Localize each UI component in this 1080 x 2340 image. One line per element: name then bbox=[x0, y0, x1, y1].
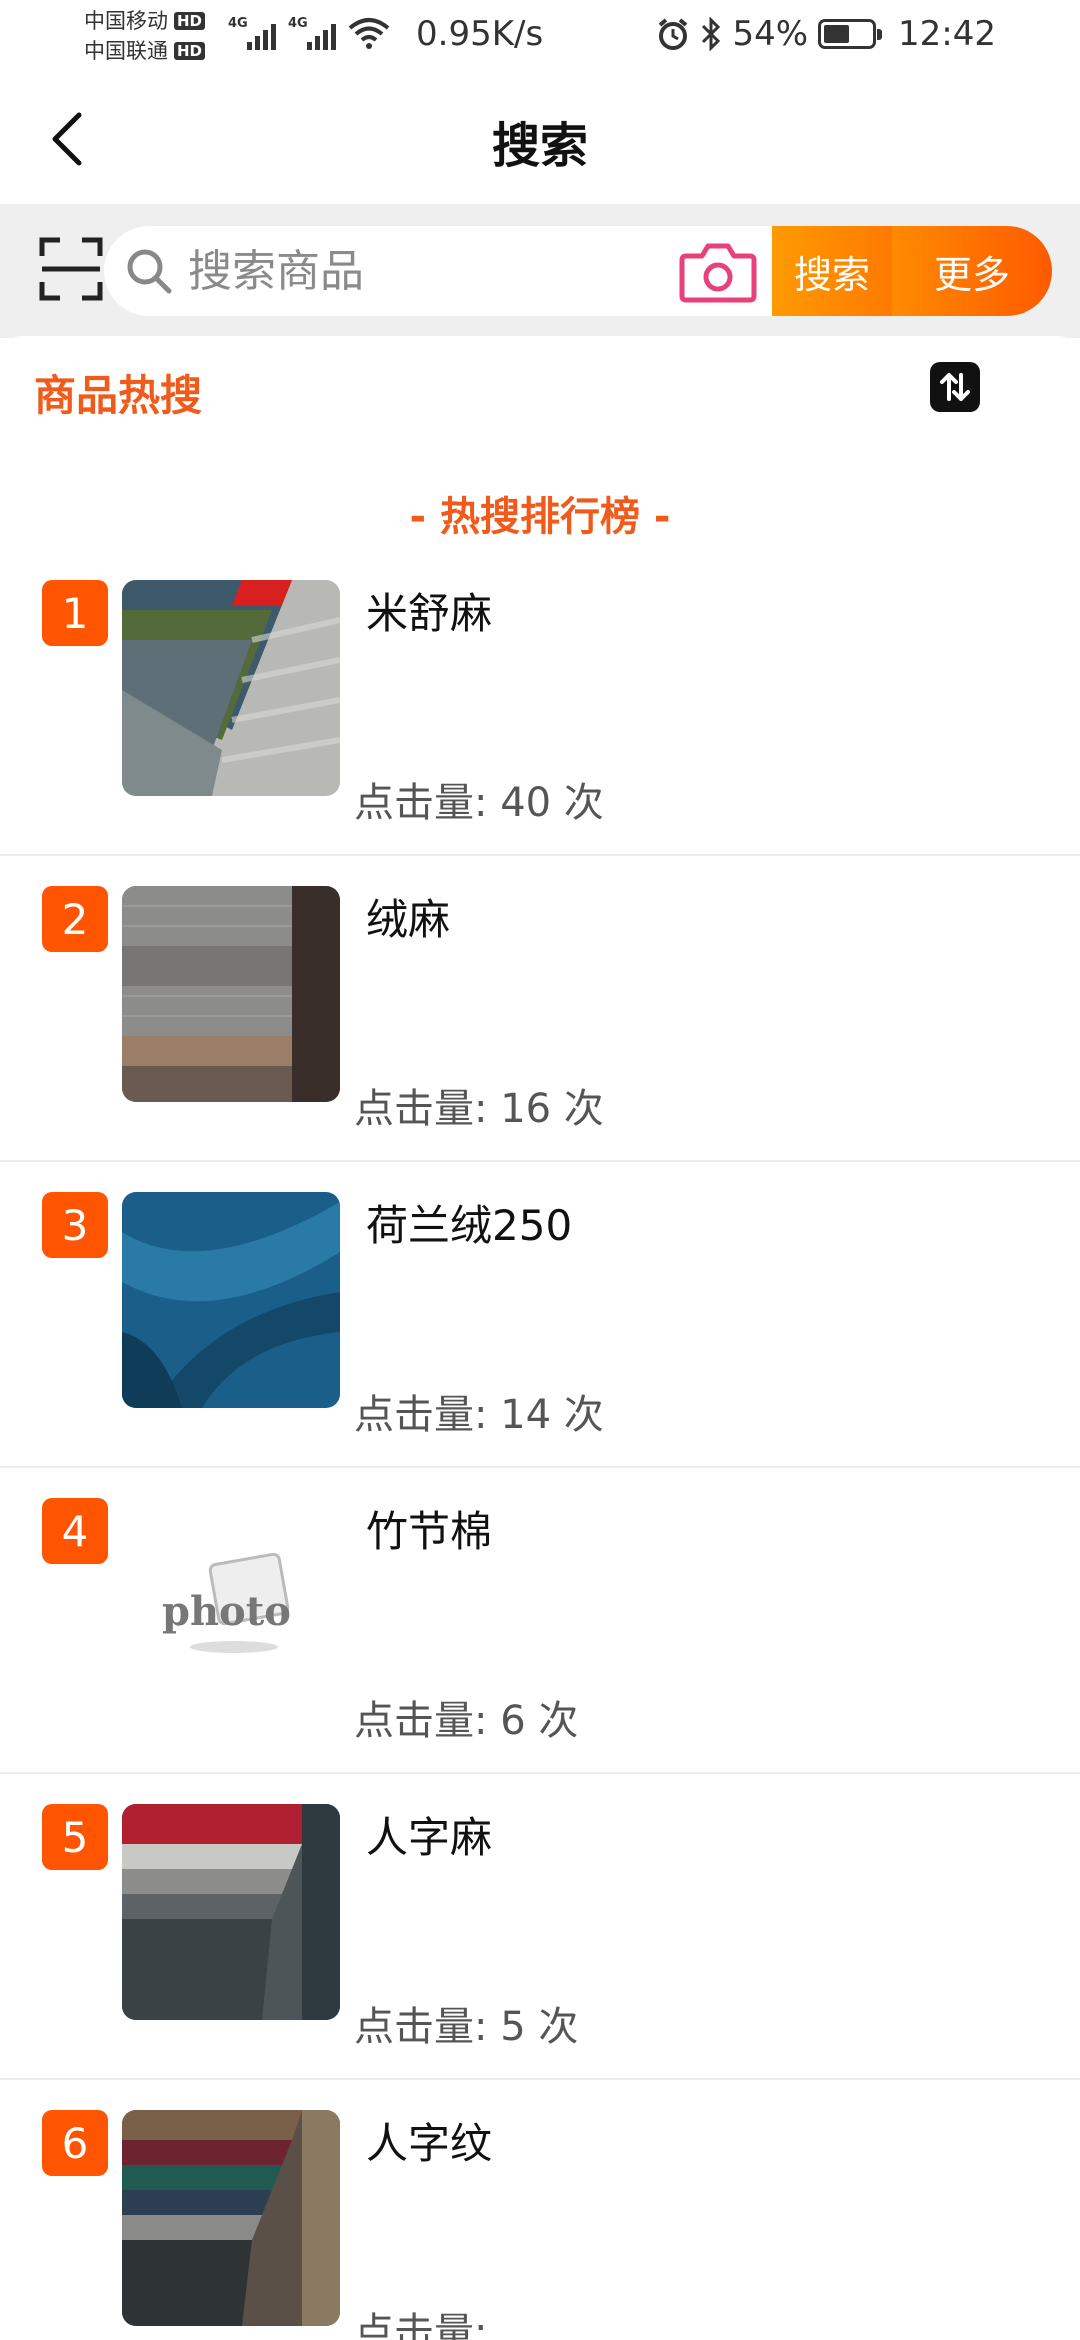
click-count: 点击量: 40 次 bbox=[354, 780, 604, 826]
alarm-icon bbox=[659, 18, 688, 50]
scan-button[interactable] bbox=[38, 236, 104, 302]
battery-percent: 54% bbox=[732, 14, 809, 54]
product-name: 荷兰绒250 bbox=[366, 1201, 573, 1250]
carrier-2: 中国联通 bbox=[84, 39, 168, 63]
more-button[interactable]: 更多 bbox=[892, 226, 1052, 316]
search-button[interactable]: 搜索 bbox=[772, 226, 892, 316]
net-speed: 0.95K/s bbox=[416, 14, 544, 54]
search-box bbox=[104, 226, 772, 316]
search-input[interactable] bbox=[188, 238, 648, 304]
product-name: 人字纹 bbox=[366, 2119, 493, 2168]
camera-icon bbox=[679, 243, 757, 303]
status-right: 54% 12:42 bbox=[656, 14, 996, 54]
clock: 12:42 bbox=[898, 14, 996, 54]
photo-placeholder-icon: photo bbox=[122, 1498, 340, 1714]
signal-2-icon: 4G bbox=[288, 14, 336, 50]
page-title: 搜索 bbox=[491, 118, 588, 174]
hot-search-list: 1 米舒麻 点击量: 40 次 2 绒麻 点击量: 16 次 3 荷兰绒250 … bbox=[0, 550, 1080, 2340]
svg-text:photo: photo bbox=[162, 1588, 291, 1635]
hot-search-panel: 商品热搜 - 热搜排行榜 - 1 米舒麻 点击量: 40 次 2 绒麻 点击量:… bbox=[0, 336, 1080, 2340]
click-count: 点击量: bbox=[354, 2310, 488, 2340]
list-item[interactable]: 1 米舒麻 点击量: 40 次 bbox=[0, 550, 1080, 856]
product-thumbnail bbox=[122, 886, 340, 1102]
product-thumbnail bbox=[122, 1804, 340, 2020]
wifi-icon bbox=[348, 18, 390, 49]
app-header: 搜索 bbox=[0, 76, 1080, 204]
carrier-info: 中国移动 HD 中国联通 HD bbox=[84, 6, 206, 66]
product-thumbnail bbox=[122, 2110, 340, 2326]
click-count: 点击量: 16 次 bbox=[354, 1086, 604, 1132]
click-count: 点击量: 6 次 bbox=[354, 1698, 579, 1744]
rank-badge: 4 bbox=[42, 1498, 108, 1564]
search-icon bbox=[127, 249, 172, 294]
product-name: 竹节棉 bbox=[366, 1507, 493, 1556]
list-item[interactable]: 6 人字纹 点击量: bbox=[0, 2080, 1080, 2340]
list-item[interactable]: 5 人字麻 点击量: 5 次 bbox=[0, 1774, 1080, 2080]
scan-icon bbox=[39, 237, 103, 301]
click-count: 点击量: 14 次 bbox=[354, 1392, 604, 1438]
bluetooth-icon bbox=[702, 17, 721, 51]
search-bar: 搜索 更多 bbox=[0, 204, 1080, 338]
rank-badge: 3 bbox=[42, 1192, 108, 1258]
rank-badge: 5 bbox=[42, 1804, 108, 1870]
product-thumbnail bbox=[122, 580, 340, 796]
product-name: 米舒麻 bbox=[366, 589, 493, 638]
swap-vertical-icon bbox=[940, 373, 970, 401]
signal-1-icon: 4G bbox=[228, 14, 276, 50]
status-bar: 中国移动 HD 中国联通 HD 4G 4G 0.95K/s 54% 12:42 bbox=[0, 0, 1080, 76]
camera-search-button[interactable] bbox=[678, 238, 758, 306]
hd-badge: HD bbox=[174, 12, 206, 30]
rank-badge: 1 bbox=[42, 580, 108, 646]
ranking-heading: - 热搜排行榜 - bbox=[409, 494, 671, 540]
click-count: 点击量: 5 次 bbox=[354, 2004, 579, 2050]
list-item[interactable]: 3 荷兰绒250 点击量: 14 次 bbox=[0, 1162, 1080, 1468]
rank-badge: 6 bbox=[42, 2110, 108, 2176]
carrier-1: 中国移动 bbox=[84, 9, 168, 33]
list-item[interactable]: 4 photo 竹节棉 点击量: 6 次 bbox=[0, 1468, 1080, 1774]
sort-toggle-button[interactable] bbox=[930, 362, 980, 412]
hd-badge: HD bbox=[174, 42, 206, 60]
list-item[interactable]: 2 绒麻 点击量: 16 次 bbox=[0, 856, 1080, 1162]
product-name: 绒麻 bbox=[366, 895, 451, 944]
rank-badge: 2 bbox=[42, 886, 108, 952]
battery-icon bbox=[818, 19, 883, 49]
product-thumbnail bbox=[122, 1192, 340, 1408]
section-title: 商品热搜 bbox=[34, 371, 203, 420]
signal-indicators: 4G 4G bbox=[228, 14, 390, 50]
product-name: 人字麻 bbox=[366, 1813, 493, 1862]
